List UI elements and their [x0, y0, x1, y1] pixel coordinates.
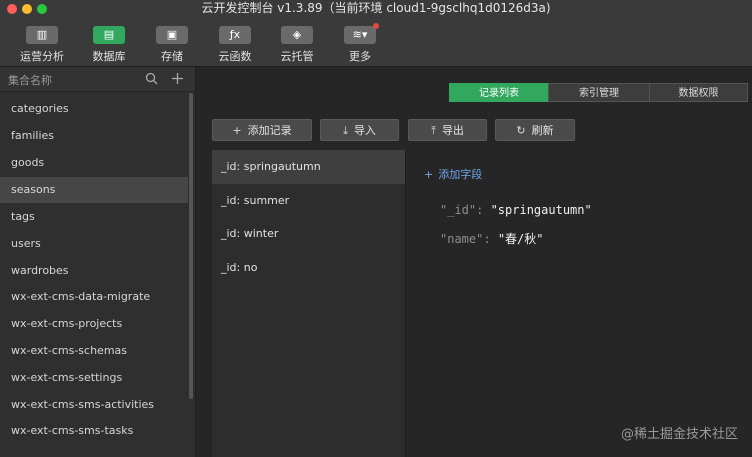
- database-icon: ▤: [93, 26, 125, 44]
- tab-data-permissions[interactable]: 数据权限: [649, 83, 748, 102]
- document-item-selected[interactable]: _id: springautumn: [212, 150, 405, 184]
- sidebar-scrollbar[interactable]: [189, 93, 193, 399]
- document-item[interactable]: _id: summer: [212, 184, 405, 218]
- toolbar-functions-button[interactable]: ƒx 云函数: [204, 26, 266, 64]
- import-label: 导入: [353, 124, 376, 137]
- refresh-button[interactable]: ↻ 刷新: [495, 119, 575, 141]
- document-detail: + 添加字段 "_id": "springautumn" "name": "春/秋…: [406, 150, 752, 457]
- refresh-icon: ↻: [516, 124, 526, 137]
- storage-icon: ▣: [156, 26, 188, 44]
- collection-item[interactable]: goods: [0, 150, 188, 176]
- add-record-label: 添加记录: [247, 124, 292, 137]
- collection-item[interactable]: wx-ext-cms-projects: [0, 311, 188, 337]
- toolbar-label: 更多: [349, 50, 371, 63]
- tab-record-list[interactable]: 记录列表: [449, 83, 549, 102]
- export-label: 导出: [441, 124, 464, 137]
- document-item[interactable]: _id: no: [212, 251, 405, 285]
- toolbar-label: 存储: [161, 50, 183, 63]
- collection-item[interactable]: wx-ext-cms-sms-activities: [0, 392, 188, 418]
- add-field-label: 添加字段: [438, 168, 483, 181]
- collection-item[interactable]: wx-ext-cms-data-migrate: [0, 284, 188, 310]
- collection-item[interactable]: tags: [0, 204, 188, 230]
- field-value: "springautumn": [490, 203, 592, 217]
- collection-item[interactable]: wx-ext-cms-settings: [0, 365, 188, 391]
- toolbar-database-button[interactable]: ▤ 数据库: [78, 26, 140, 64]
- refresh-label: 刷新: [531, 124, 554, 137]
- add-record-button[interactable]: + 添加记录: [212, 119, 312, 141]
- bar-chart-icon: ▥: [26, 26, 58, 44]
- document-list: _id: springautumn _id: summer _id: winte…: [212, 150, 406, 457]
- add-field-button[interactable]: + 添加字段: [424, 166, 482, 182]
- download-icon: ⤓: [343, 124, 348, 137]
- field-key: "_id": [440, 203, 477, 217]
- function-icon: ƒx: [219, 26, 251, 44]
- collection-item[interactable]: wardrobes: [0, 258, 188, 284]
- collection-search-bar[interactable]: 集合名称: [0, 67, 195, 92]
- collection-item[interactable]: families: [0, 123, 188, 149]
- toolbar-storage-button[interactable]: ▣ 存储: [141, 26, 203, 64]
- import-button[interactable]: ⤓ 导入: [320, 119, 399, 141]
- field-row[interactable]: "_id": "springautumn": [440, 203, 592, 217]
- cube-icon: ◈: [281, 26, 313, 44]
- toolbar-analytics-button[interactable]: ▥ 运营分析: [11, 26, 73, 64]
- toolbar-hosting-button[interactable]: ◈ 云托管: [266, 26, 328, 64]
- toolbar-label: 云托管: [280, 50, 314, 63]
- toolbar-label: 云函数: [218, 50, 252, 63]
- collection-search-input[interactable]: 集合名称: [8, 72, 52, 88]
- search-icon[interactable]: [145, 72, 158, 85]
- collection-item[interactable]: wx-ext-cms-schemas: [0, 338, 188, 364]
- layers-icon: ≋▾: [344, 26, 376, 44]
- collection-item[interactable]: wx-ext-cms-sms-tasks: [0, 418, 188, 444]
- toolbar-label: 运营分析: [20, 50, 64, 63]
- toolbar-more-button[interactable]: ≋▾ 更多: [329, 23, 391, 64]
- plus-icon: +: [424, 168, 434, 181]
- collection-item[interactable]: categories: [0, 96, 188, 122]
- field-separator: :: [476, 203, 491, 217]
- collection-item-selected[interactable]: seasons: [0, 177, 188, 203]
- field-separator: :: [483, 232, 498, 246]
- collection-item[interactable]: users: [0, 231, 188, 257]
- watermark: @稀土掘金技术社区: [620, 427, 738, 442]
- toolbar: 云开发控制台 v1.3.89（当前环境 cloud1-9gsclhq1d0126…: [0, 0, 752, 67]
- field-value: "春/秋": [497, 232, 544, 246]
- plus-icon: +: [232, 124, 242, 137]
- export-button[interactable]: ⤒ 导出: [408, 119, 487, 141]
- field-key: "name": [440, 232, 484, 246]
- tab-index-management[interactable]: 索引管理: [548, 83, 650, 102]
- add-collection-icon[interactable]: [171, 72, 184, 85]
- field-row[interactable]: "name": "春/秋": [440, 230, 544, 247]
- toolbar-label: 数据库: [92, 50, 126, 63]
- window-title: 云开发控制台 v1.3.89（当前环境 cloud1-9gsclhq1d0126…: [201, 1, 551, 15]
- upload-icon: ⤒: [431, 124, 436, 137]
- collection-sidebar: 集合名称 categories families goods seasons t…: [0, 67, 196, 457]
- notification-dot: [373, 23, 379, 29]
- document-item[interactable]: _id: winter: [212, 217, 405, 251]
